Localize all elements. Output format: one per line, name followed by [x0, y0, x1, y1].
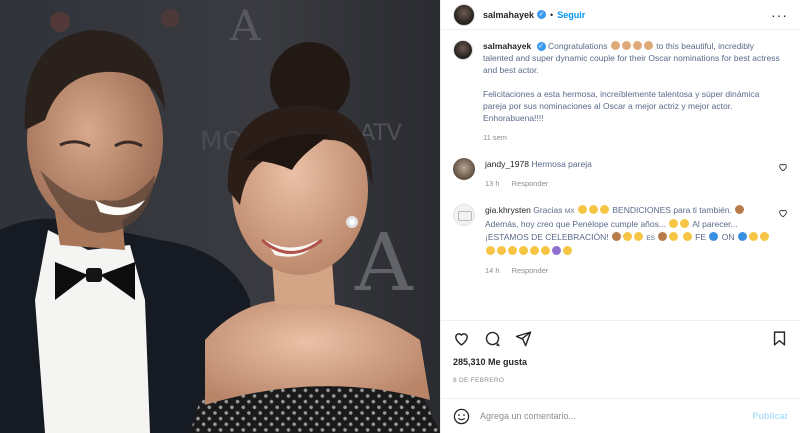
smile-emoji-icon [541, 246, 550, 255]
commenter-avatar[interactable] [453, 158, 475, 180]
caption-text-es: Felicitaciones a esta hermosa, increíble… [483, 89, 760, 123]
clap-emoji-icon [632, 41, 642, 50]
comment-bubble-icon[interactable] [484, 330, 501, 347]
commenter-avatar[interactable] [453, 204, 475, 226]
comment-item: jandy_1978 Hermosa pareja 13 h Responder [453, 158, 788, 190]
emoji-smiley-icon[interactable] [453, 408, 470, 425]
smile-emoji-icon [508, 246, 517, 255]
save-bookmark-icon[interactable] [771, 330, 788, 347]
caption-time[interactable]: 11 sem [483, 132, 783, 144]
comment-text: Hermosa pareja [531, 159, 592, 169]
couple-photo-illustration: A MO ATV A [0, 0, 440, 433]
reply-button[interactable]: Responder [512, 264, 549, 277]
smile-emoji-icon [633, 232, 643, 241]
publish-button[interactable]: Publicar [752, 411, 788, 421]
sparkle-emoji-icon [563, 246, 572, 255]
caption-username[interactable]: salmahayek [483, 41, 531, 51]
add-comment-input[interactable] [480, 411, 743, 421]
comment-item: gia.khrysten Gracias MX BENDICIONES para… [453, 204, 788, 277]
like-comment-heart-icon[interactable] [778, 208, 788, 218]
smile-emoji-icon [669, 219, 679, 228]
post-date[interactable]: 8 DE FEBRERO [453, 377, 504, 384]
likes-count[interactable]: 285,310 Me gusta [453, 357, 527, 367]
verified-badge-icon: ✓ [536, 42, 546, 52]
smile-emoji-icon [578, 205, 588, 214]
smile-emoji-icon [497, 246, 506, 255]
comment-text-c: Además, hoy creo que Penélope cumple año… [485, 219, 666, 229]
reply-button[interactable]: Responder [512, 177, 549, 190]
comment-meta: 13 h Responder [485, 177, 775, 190]
share-paper-plane-icon[interactable] [515, 330, 532, 347]
comment-text-b: BENDICIONES para ti también. [612, 205, 732, 215]
smile-emoji-icon [486, 246, 495, 255]
purple-emoji-icon [552, 246, 561, 255]
smile-emoji-icon [519, 246, 528, 255]
smile-emoji-icon [589, 205, 599, 214]
comment-time[interactable]: 14 h [485, 264, 500, 277]
separator-dot: • [550, 9, 554, 20]
author-avatar[interactable] [453, 3, 475, 26]
svg-text:ATV: ATV [360, 121, 402, 146]
comment-text-f: ON [721, 232, 735, 242]
smile-emoji-icon [759, 232, 769, 241]
comment-time[interactable]: 13 h [485, 177, 500, 190]
author-username[interactable]: salmahayek [483, 10, 534, 20]
post-actions-bar [453, 328, 788, 348]
clap-emoji-icon [621, 41, 631, 50]
caption-avatar[interactable] [453, 40, 473, 60]
post-photo[interactable]: A MO ATV A [0, 0, 440, 433]
post-header: salmahayek ✓ • Seguir ··· [441, 0, 800, 30]
flag-mx-label: MX [564, 208, 575, 215]
smile-emoji-icon [680, 219, 690, 228]
clap-emoji-icon [610, 41, 620, 50]
comment-username[interactable]: jandy_1978 [485, 159, 529, 169]
like-heart-icon[interactable] [453, 330, 470, 347]
svg-text:A: A [354, 216, 414, 309]
smile-emoji-icon [748, 232, 758, 241]
smile-emoji-icon [622, 232, 632, 241]
comment-text-e: FE [695, 232, 707, 242]
actions-divider [441, 320, 800, 321]
more-options-icon[interactable]: ··· [771, 7, 788, 23]
add-comment-bar: Publicar [441, 398, 800, 433]
comment-meta: 14 h Responder [485, 264, 775, 277]
person-emoji-icon [658, 232, 668, 241]
like-comment-heart-icon[interactable] [778, 162, 788, 172]
smile-emoji-icon [530, 246, 539, 255]
blue-heart-emoji-icon [737, 232, 747, 241]
flag-es-label: ES [646, 235, 656, 242]
smile-emoji-icon [682, 232, 692, 241]
post-side-panel: salmahayek ✓ • Seguir ··· salmahayek ✓ C… [440, 0, 800, 433]
verified-badge-icon: ✓ [537, 10, 547, 19]
post-caption: salmahayek ✓ Congratulations to this bea… [453, 40, 788, 144]
smile-emoji-icon [669, 232, 679, 241]
comment-username[interactable]: gia.khrysten [485, 205, 531, 215]
caption-text-en-1: Congratulations [547, 41, 608, 51]
comments-list[interactable]: salmahayek ✓ Congratulations to this bea… [441, 40, 800, 320]
svg-text:A: A [229, 1, 261, 50]
instagram-post: A MO ATV A salmahayek ✓ • Seguir ··· sal… [0, 0, 800, 433]
woman-emoji-icon [735, 205, 745, 214]
flag-emoji-icon [709, 232, 719, 241]
follow-button[interactable]: Seguir [557, 10, 585, 20]
clap-emoji-icon [643, 41, 653, 50]
comment-text-a: Gracias [533, 205, 563, 215]
family-emoji-icon [611, 232, 621, 241]
smile-emoji-icon [600, 205, 610, 214]
